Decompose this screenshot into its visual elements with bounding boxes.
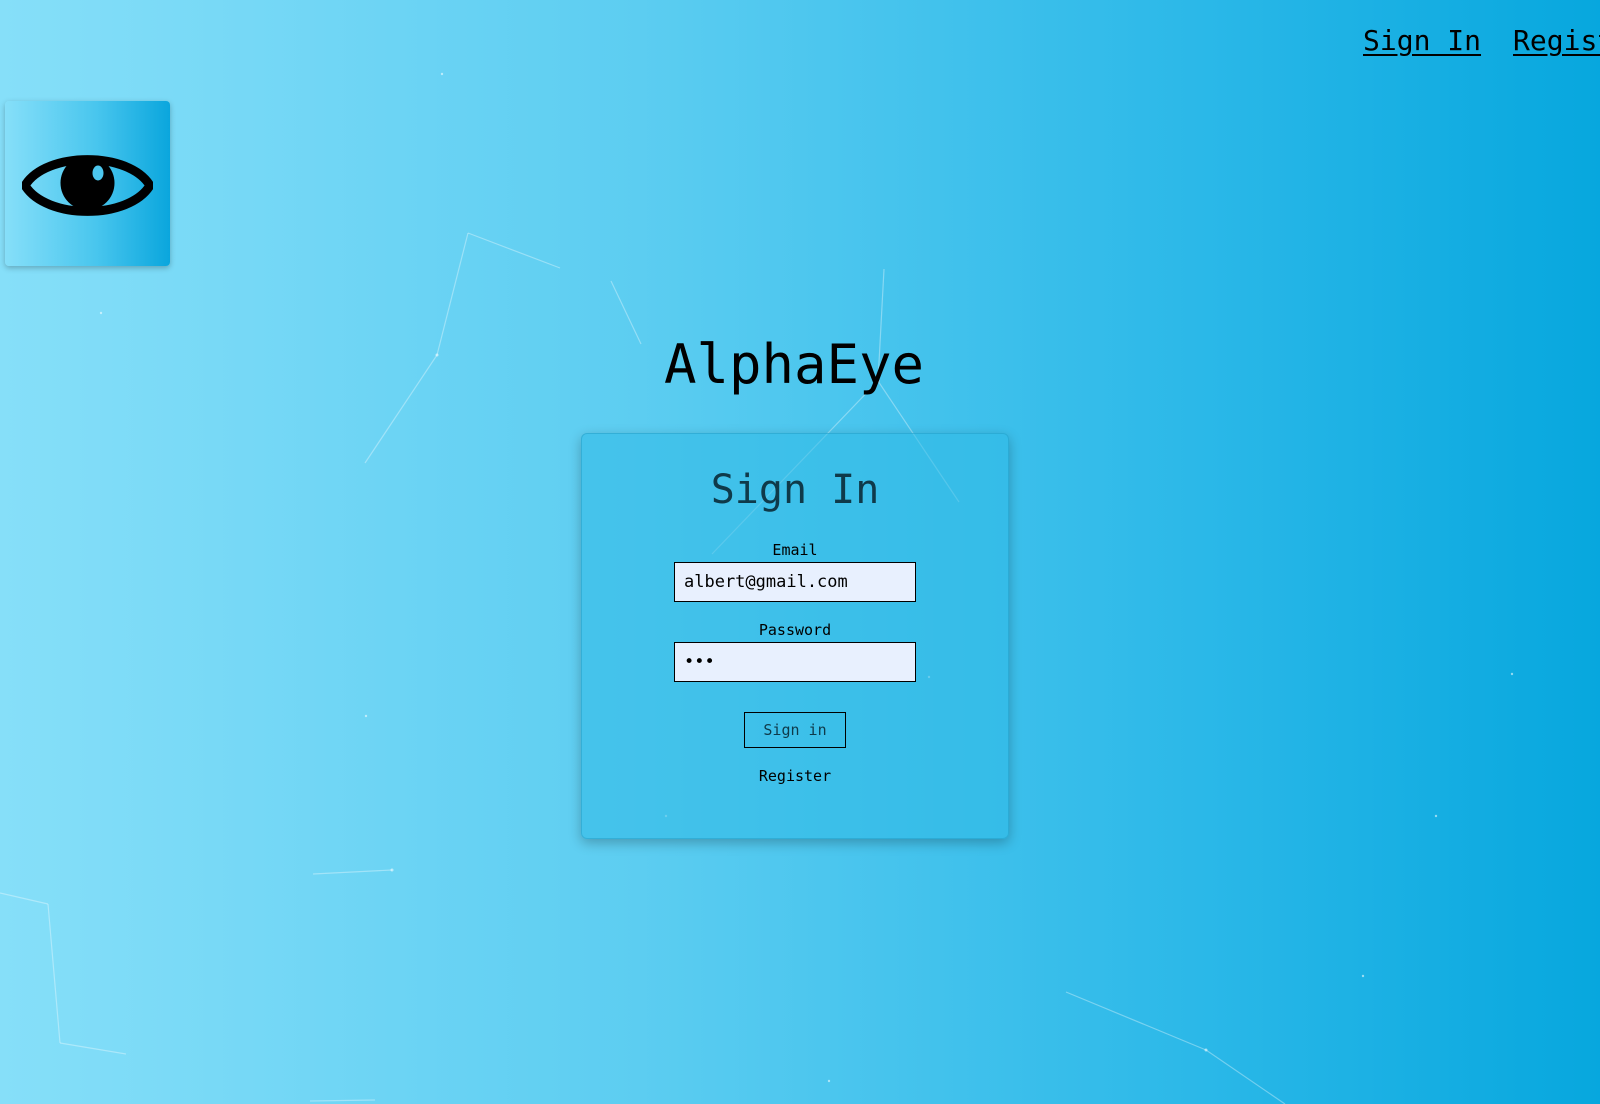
signin-card: Sign In Email Password Sign in Register xyxy=(581,433,1009,839)
password-field[interactable] xyxy=(674,642,916,682)
eye-icon xyxy=(22,155,153,216)
email-label: Email xyxy=(772,541,818,559)
logo[interactable] xyxy=(5,101,170,266)
nav-signin-link[interactable]: Sign In xyxy=(1363,24,1481,58)
register-link[interactable]: Register xyxy=(582,767,1008,785)
top-nav: Sign In Register xyxy=(1363,24,1600,64)
app-title: AlphaEye xyxy=(663,333,925,396)
email-field[interactable] xyxy=(674,562,916,602)
signin-button[interactable]: Sign in xyxy=(744,712,846,748)
password-label: Password xyxy=(758,621,832,639)
signin-card-title: Sign In xyxy=(710,467,880,513)
nav-register-link[interactable]: Register xyxy=(1513,24,1600,58)
